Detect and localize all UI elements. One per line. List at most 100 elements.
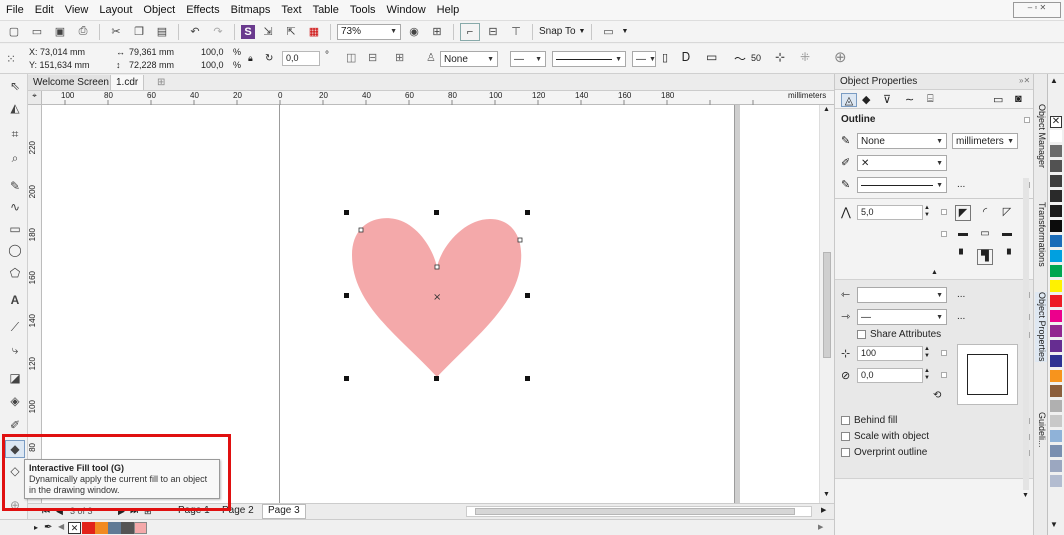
docker-collapse-icon[interactable]: »✕	[1019, 76, 1030, 85]
color-swatch[interactable]	[82, 522, 95, 534]
open-icon[interactable]: ▭	[27, 23, 47, 41]
color-swatch[interactable]	[1050, 295, 1062, 307]
node-handle[interactable]	[434, 264, 440, 270]
square-cap-icon[interactable]: ▬	[999, 227, 1015, 243]
quick-customize-icon[interactable]: ⁜	[800, 50, 810, 64]
ellipse-tool-icon[interactable]: ◯	[5, 241, 25, 259]
color-swatch[interactable]	[1050, 415, 1062, 427]
color-swatch[interactable]	[1050, 280, 1062, 292]
round-corner-icon[interactable]: ◜	[977, 205, 993, 221]
crop-tool-icon[interactable]: ⌗	[5, 125, 25, 143]
reset-nib-icon[interactable]: ⟲	[933, 390, 941, 401]
to-front-icon[interactable]: ▭	[706, 50, 717, 64]
selection-handle[interactable]	[344, 210, 349, 215]
menu-layout[interactable]: Layout	[99, 4, 132, 16]
expand-icon[interactable]	[941, 372, 947, 378]
centered-position-icon[interactable]: ▜	[977, 249, 993, 265]
show-grid-icon[interactable]: ⊟	[483, 23, 503, 41]
save-icon[interactable]: ▣	[50, 23, 70, 41]
end-arrow-more-button[interactable]: ...	[957, 311, 965, 322]
scroll-left-icon[interactable]: ◀	[58, 522, 64, 531]
redo-icon[interactable]: ↷	[208, 23, 228, 41]
color-swatch[interactable]	[1050, 235, 1062, 247]
polygon-tool-icon[interactable]: ⬠	[5, 264, 25, 282]
outside-position-icon[interactable]: ▘	[955, 249, 971, 265]
selection-handle[interactable]	[434, 210, 439, 215]
add-icon[interactable]: ⊕	[834, 48, 847, 66]
connector-tool-icon[interactable]: ⤷	[5, 341, 25, 359]
outline-width-select[interactable]: None ▼	[857, 133, 947, 149]
line-style-select[interactable]: ▼	[857, 177, 947, 193]
menu-tools[interactable]: Tools	[350, 4, 376, 16]
zoom-to-page-icon[interactable]: ⊞	[427, 23, 447, 41]
text-wrap-icon[interactable]: ♙	[426, 51, 436, 64]
copy-icon[interactable]: ❐	[129, 23, 149, 41]
scale-y-field[interactable]: 100,0	[198, 60, 228, 72]
scroll-down-icon[interactable]: ▼	[823, 491, 830, 498]
lock-ratio-icon[interactable]: 🔒︎	[248, 53, 253, 64]
print-icon[interactable]: ⎙	[73, 23, 93, 41]
miter-limit-field[interactable]: 5,0	[857, 205, 923, 220]
color-swatch[interactable]	[121, 522, 134, 534]
parallel-dimension-tool-icon[interactable]: ⟋	[5, 318, 25, 336]
color-swatch[interactable]	[1050, 250, 1062, 262]
tab-page-3[interactable]: Page 3	[262, 504, 306, 519]
paste-icon[interactable]: ▤	[152, 23, 172, 41]
selection-handle[interactable]	[344, 376, 349, 381]
selection-handle[interactable]	[525, 210, 530, 215]
transparency-tab-icon[interactable]: ⊽	[883, 93, 891, 106]
color-swatch[interactable]	[1050, 145, 1062, 157]
width-field[interactable]: 79,361 mm	[126, 47, 192, 59]
color-swatch[interactable]	[1050, 475, 1062, 487]
search-content-icon[interactable]: S	[241, 24, 255, 39]
color-swatch[interactable]	[1050, 175, 1062, 187]
scroll-right-icon[interactable]: ▶	[821, 506, 826, 514]
outline-color-select[interactable]: ✕ ▼	[857, 155, 947, 171]
artistic-media-tool-icon[interactable]: ∿	[5, 198, 25, 216]
menu-file[interactable]: File	[6, 4, 24, 16]
rotation-angle-field[interactable]: 0,0	[282, 51, 320, 66]
tab-object-manager[interactable]: Object Manager	[1035, 104, 1047, 168]
eyedropper-tool-icon[interactable]: ✐	[5, 416, 25, 434]
freehand-tool-icon[interactable]: ✎	[5, 177, 25, 195]
full-screen-preview-icon[interactable]: ◉	[404, 23, 424, 41]
menu-help[interactable]: Help	[437, 4, 460, 16]
smoothing-slider-icon[interactable]: ⊹	[775, 50, 785, 64]
vertical-scrollbar[interactable]: ▲ ▼	[819, 105, 834, 503]
menu-table[interactable]: Table	[313, 4, 339, 16]
color-swatch[interactable]	[1050, 445, 1062, 457]
scroll-down-icon[interactable]: ▼	[1022, 492, 1029, 499]
rectangle-tool-icon[interactable]: ▭	[5, 220, 25, 238]
frame-icon[interactable]: ▭	[993, 93, 1003, 106]
color-swatch[interactable]	[1050, 340, 1062, 352]
application-launcher-icon[interactable]: ▭	[598, 23, 618, 41]
height-field[interactable]: 72,228 mm	[126, 60, 192, 72]
menu-window[interactable]: Window	[387, 4, 426, 16]
share-attributes-checkbox[interactable]: Share Attributes	[857, 329, 941, 340]
color-swatch[interactable]	[1050, 400, 1062, 412]
color-swatch[interactable]	[108, 522, 121, 534]
color-swatch[interactable]	[134, 522, 147, 534]
summary-tab-icon[interactable]: ⌸	[927, 93, 934, 106]
units-select[interactable]: millimeters ▼	[952, 133, 1018, 149]
align-distribute-icon[interactable]: ⊞	[395, 51, 404, 64]
export-icon[interactable]: ⇱	[281, 23, 301, 41]
tab-document[interactable]: 1.cdr	[110, 75, 145, 90]
outline-tab-icon[interactable]: ◬	[841, 93, 857, 107]
expand-icon[interactable]	[941, 350, 947, 356]
show-guidelines-icon[interactable]: ⊤	[506, 23, 526, 41]
menu-view[interactable]: View	[65, 4, 89, 16]
horizontal-scrollbar[interactable]	[466, 506, 812, 517]
color-swatch[interactable]	[1050, 160, 1062, 172]
scroll-thumb[interactable]	[823, 252, 831, 358]
expand-icon[interactable]	[941, 209, 947, 215]
menu-bitmaps[interactable]: Bitmaps	[231, 4, 271, 16]
color-swatch[interactable]	[1050, 430, 1062, 442]
palette-menu-icon[interactable]: ▸	[34, 523, 38, 532]
selection-handle[interactable]	[525, 293, 530, 298]
zoom-tool-icon[interactable]: ⌕	[5, 149, 25, 167]
ruler-origin-icon[interactable]: ⌖	[28, 91, 42, 105]
outline-style-select[interactable]: ▼	[552, 51, 626, 67]
zoom-level-select[interactable]: 73% ▼	[337, 23, 401, 40]
eyedropper-icon[interactable]: ✒	[44, 522, 52, 533]
